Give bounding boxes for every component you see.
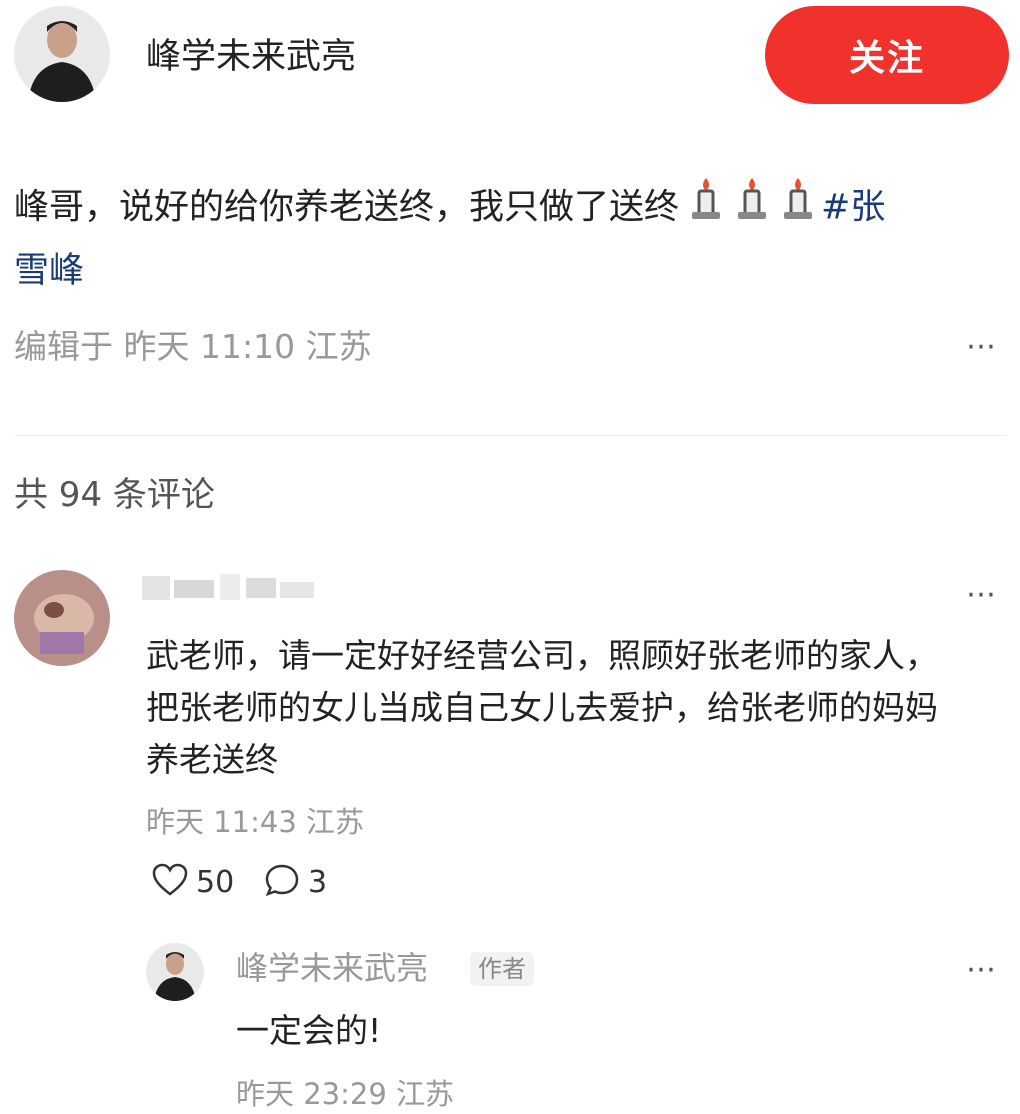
follow-button-label: 关注 (848, 38, 925, 79)
reply-count: 3 (308, 864, 328, 900)
reply-body: 一定会的! (236, 1011, 382, 1050)
comment-body: 武老师，请一定好好经营公司，照顾好张老师的家人， 把张老师的女儿当成自己女儿去爱… (146, 630, 1016, 786)
candle-icon (683, 176, 729, 241)
reply-button[interactable]: 3 (264, 860, 327, 904)
hashtag-link-part1: #张 (821, 187, 886, 228)
post-text: 峰哥，说好的给你养老送终，我只做了送终 #张雪峰 (14, 176, 1004, 301)
follow-button[interactable]: 关注 (765, 6, 1009, 104)
reply-author-avatar[interactable] (146, 943, 204, 1001)
comment-body-line: 养老送终 (146, 740, 278, 779)
reply-more-icon[interactable]: ⋯ (966, 955, 999, 985)
hashtag-link-part2: 雪峰 (14, 251, 85, 291)
comment-more-icon[interactable]: ⋯ (966, 580, 999, 610)
like-button[interactable]: 50 (152, 860, 234, 904)
comment-body-line: 把张老师的女儿当成自己女儿去爱护，给张老师的妈妈 (146, 688, 938, 727)
commenter-name-blurred (140, 570, 320, 604)
reply-meta: 昨天 23:29 江苏 (236, 1077, 455, 1111)
author-name[interactable]: 峰学未来武亮 (146, 33, 356, 81)
post-meta: 编辑于 昨天 11:10 江苏 (14, 327, 372, 366)
reply-author-name[interactable]: 峰学未来武亮 (236, 946, 428, 990)
post-more-icon[interactable]: ⋯ (966, 332, 999, 362)
post-text-main: 峰哥，说好的给你养老送终，我只做了送终 (14, 187, 680, 228)
heart-icon (152, 863, 188, 901)
divider (14, 435, 1006, 436)
commenter-avatar[interactable] (14, 570, 110, 666)
candle-icon (775, 176, 821, 241)
comment-count: 共 94 条评论 (14, 475, 215, 515)
comment-meta: 昨天 11:43 江苏 (146, 805, 365, 839)
candle-icon (729, 176, 775, 241)
comment-body-line: 武老师，请一定好好经营公司，照顾好张老师的家人， (146, 636, 938, 675)
author-badge: 作者 (470, 952, 534, 986)
author-avatar[interactable] (14, 6, 110, 102)
like-count: 50 (196, 864, 235, 900)
comment-bubble-icon (264, 863, 300, 901)
